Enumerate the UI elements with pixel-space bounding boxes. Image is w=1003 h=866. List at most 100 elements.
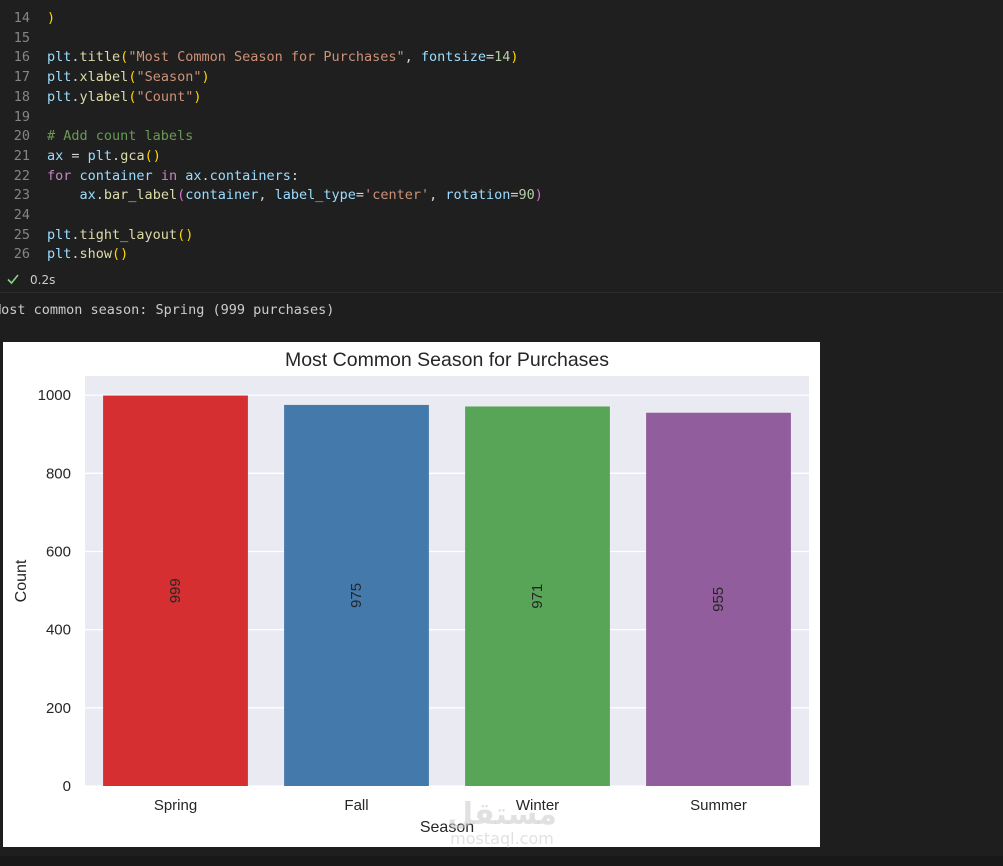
code-token: ,: [258, 187, 275, 204]
code-token: ,: [404, 49, 421, 66]
code-text: for container in ax.containers:: [47, 166, 299, 186]
code-token: for: [47, 167, 72, 184]
code-token: gca: [120, 147, 145, 164]
code-token: .: [71, 246, 80, 263]
line-number: 14: [13, 10, 30, 26]
y-tick-label: 800: [46, 465, 71, 482]
code-token: ax: [185, 167, 202, 184]
code-token: title: [79, 49, 121, 66]
y-tick-label: 200: [46, 700, 71, 717]
code-token: rotation: [445, 187, 511, 204]
code-token: container: [185, 187, 259, 204]
code-token: .: [71, 88, 80, 105]
code-token: ): [47, 10, 56, 26]
bar-value-label: 971: [529, 584, 546, 609]
code-token: "Season": [136, 69, 202, 86]
watermark-text: mostaql.com: [450, 829, 554, 848]
bar-chart: 02004006008001000999Spring975Fall971Wint…: [13, 349, 809, 836]
code-token: ): [510, 49, 519, 66]
line-number: 21: [13, 147, 30, 164]
code-text: plt.show(): [47, 244, 128, 264]
cell-divider: [0, 292, 1003, 293]
code-token: =: [355, 187, 365, 204]
code-token: "Most Common Season for Purchases": [128, 49, 405, 66]
code-token: .: [71, 69, 80, 86]
line-number: 15: [13, 29, 30, 46]
code-token: =: [510, 187, 519, 204]
code-token: (): [112, 246, 129, 263]
bar-value-label: 975: [348, 583, 365, 608]
svg-text:مستقل: مستقل: [447, 797, 557, 832]
code-token: .: [112, 147, 121, 164]
code-token: 90: [518, 187, 535, 204]
output-text: Most common season: Spring (999 purchase…: [0, 302, 335, 318]
code-token: .: [95, 187, 104, 204]
x-tick-label: Fall: [344, 797, 368, 814]
x-tick-label: Summer: [690, 797, 747, 814]
check-icon: [7, 274, 19, 285]
code-token: plt: [47, 246, 72, 263]
line-number: 17: [13, 69, 30, 86]
code-token: =: [63, 147, 88, 164]
y-axis-label: Count: [13, 559, 30, 602]
code-text: ax = plt.gca(): [47, 146, 161, 166]
y-tick-label: 0: [63, 778, 71, 795]
cell-status-row: 0.2s: [0, 270, 1003, 292]
code-text: # Add count labels: [47, 126, 193, 146]
code-token: bar_label: [103, 187, 178, 204]
code-token: (: [177, 187, 186, 204]
code-token: plt: [47, 226, 72, 243]
bar-value-label: 955: [710, 587, 727, 612]
line-number: 26: [13, 246, 30, 263]
x-tick-label: Spring: [154, 797, 197, 814]
code-token: tight_layout: [79, 226, 178, 243]
code-token: ): [193, 88, 202, 105]
line-number: 22: [13, 167, 30, 184]
code-token: containers: [209, 167, 291, 184]
code-text: plt.tight_layout(): [47, 225, 193, 245]
chart-title: Most Common Season for Purchases: [285, 349, 609, 371]
code-token: ylabel: [79, 88, 129, 105]
code-token: # Add count labels: [47, 128, 194, 145]
code-token: 'center': [364, 187, 430, 204]
code-token: .: [71, 226, 80, 243]
code-text: ): [47, 8, 55, 28]
code-text: plt.ylabel("Count"): [47, 87, 202, 107]
code-token: label_type: [274, 187, 356, 204]
code-token: show: [79, 246, 113, 263]
code-token: container: [79, 167, 153, 184]
code-text: plt.xlabel("Season"): [47, 67, 210, 87]
code-text: ax.bar_label(container, label_type='cent…: [47, 185, 543, 205]
line-number: 16: [13, 49, 30, 66]
line-number: 23: [13, 187, 30, 204]
line-number: 18: [13, 88, 30, 105]
code-token: xlabel: [79, 69, 129, 86]
code-token: plt: [47, 88, 72, 105]
code-token: plt: [47, 69, 72, 86]
line-number: 19: [13, 108, 30, 125]
execution-time: 0.2s: [30, 273, 56, 287]
bottom-bar: [0, 856, 1003, 866]
code-token: "Count": [136, 88, 194, 105]
watermark-logo: مستقل mostaql.com: [447, 797, 557, 848]
code-token: ax: [47, 147, 64, 164]
code-token: :: [290, 167, 300, 184]
code-editor[interactable]: 14) 15 16 plt.title("Most Common Season for…: [0, 0, 1003, 292]
code-token: ,: [429, 187, 446, 204]
code-token: =: [485, 49, 495, 66]
code-text: plt.title("Most Common Season for Purcha…: [47, 47, 519, 67]
code-token: in: [160, 167, 178, 184]
bar-value-label: 999: [167, 578, 184, 603]
line-number: 20: [13, 128, 30, 145]
line-number: 24: [13, 207, 30, 223]
code-token: (): [144, 147, 161, 164]
chart-figure: 0 200 400 600 800 1000 999 Spring 975 Fall 971 Wint…: [3, 342, 820, 847]
code-token: ): [534, 187, 543, 204]
code-token: ): [201, 69, 210, 86]
code-token: fontsize: [420, 49, 486, 66]
y-tick-label: 600: [46, 543, 71, 560]
